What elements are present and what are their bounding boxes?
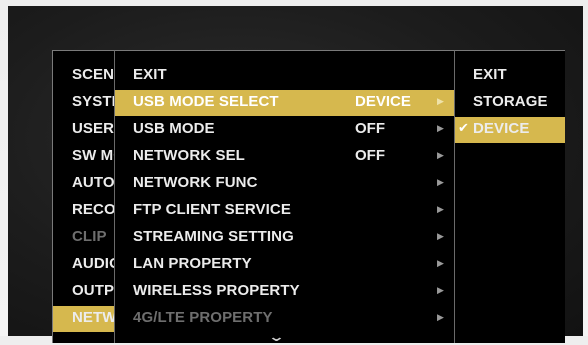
menu-item-label: USB MODE	[133, 120, 215, 137]
menu-item-label: AUTO	[72, 174, 115, 191]
menu-item-exit[interactable]: EXIT	[115, 63, 455, 89]
menu-item-user[interactable]: USER	[53, 117, 121, 143]
menu-item-value: DEVICE	[355, 93, 411, 110]
camera-viewfinder-screen: SCENESYSTEM USER SW MODE AUTO RECORDING CLIP A…	[8, 6, 583, 344]
menu-item-4g-lte-property[interactable]: 4G/LTE PROPERTY ▶	[115, 306, 455, 332]
submenu-arrow-icon: ▶	[437, 177, 444, 187]
top-menu-list: SCENESYSTEM USER SW MODE AUTO RECORDING CLIP A…	[52, 50, 121, 343]
menu-item-label: USER	[72, 120, 115, 137]
menu-item-label: LAN PROPERTY	[133, 255, 252, 272]
menu-item-label: 4G/LTE PROPERTY	[133, 309, 273, 326]
menu-item-system[interactable]: SYSTEM	[53, 90, 121, 116]
submenu-arrow-icon: ▶	[437, 285, 444, 295]
submenu-arrow-icon: ▶	[437, 312, 444, 322]
menu-item-network-func[interactable]: NETWORK FUNC ▶	[115, 171, 455, 197]
menu-item-label: CLIP	[72, 228, 107, 245]
menu-item-label: NETWORK SEL	[133, 147, 245, 164]
menu-item-value: OFF	[355, 147, 385, 164]
menu-item-streaming-setting[interactable]: STREAMING SETTING ▶	[115, 225, 455, 251]
menu-item-usb-mode[interactable]: USB MODE OFF ▶	[115, 117, 455, 143]
option-storage[interactable]: STORAGE	[455, 90, 565, 116]
submenu-arrow-icon: ▶	[437, 231, 444, 241]
menu-item-sw-mode[interactable]: SW MODE	[53, 144, 121, 170]
menu-item-value: OFF	[355, 120, 385, 137]
submenu-arrow-icon: ▶	[437, 96, 444, 106]
menu-item-label: USB MODE SELECT	[133, 93, 279, 110]
menu-item-network[interactable]: NETWORK	[53, 306, 121, 332]
menu-item-usb-mode-select[interactable]: USB MODE SELECT DEVICE ▶	[115, 90, 455, 116]
option-device[interactable]: ✔ DEVICE	[455, 117, 565, 143]
option-exit[interactable]: EXIT	[455, 63, 565, 89]
menu-item-auto[interactable]: AUTO	[53, 171, 121, 197]
menu-item-clip[interactable]: CLIP	[53, 225, 121, 251]
menu-item-audio[interactable]: AUDIO	[53, 252, 121, 278]
submenu-arrow-icon: ▶	[437, 204, 444, 214]
option-label: STORAGE	[473, 93, 548, 110]
check-icon: ✔	[458, 120, 469, 135]
menu-item-label: WIRELESS PROPERTY	[133, 282, 300, 299]
menu-item-label: NETWORK FUNC	[133, 174, 258, 191]
submenu-arrow-icon: ▶	[437, 123, 444, 133]
usb-mode-select-options: EXIT STORAGE ✔ DEVICE	[454, 50, 565, 343]
menu-item-lan-property[interactable]: LAN PROPERTY ▶	[115, 252, 455, 278]
submenu-arrow-icon: ▶	[437, 258, 444, 268]
menu-item-scene[interactable]: SCENE	[53, 63, 121, 89]
menu-item-network-sel[interactable]: NETWORK SEL OFF ▶	[115, 144, 455, 170]
submenu-arrow-icon: ▶	[437, 150, 444, 160]
menu-item-label: EXIT	[133, 66, 167, 83]
option-label: DEVICE	[473, 120, 530, 137]
option-label: EXIT	[473, 66, 507, 83]
menu-item-label: STREAMING SETTING	[133, 228, 294, 245]
menu-item-label: FTP CLIENT SERVICE	[133, 201, 291, 218]
menu-item-ftp-client-service[interactable]: FTP CLIENT SERVICE ▶	[115, 198, 455, 224]
menu-item-output[interactable]: OUTPUT	[53, 279, 121, 305]
network-menu-list: ⌄ EXIT USB MODE SELECT DEVICE ▶ USB MODE OFF ▶…	[114, 50, 455, 344]
menu-item-recording[interactable]: RECORDING	[53, 198, 121, 224]
menu-item-wireless-property[interactable]: WIRELESS PROPERTY ▶	[115, 279, 455, 305]
